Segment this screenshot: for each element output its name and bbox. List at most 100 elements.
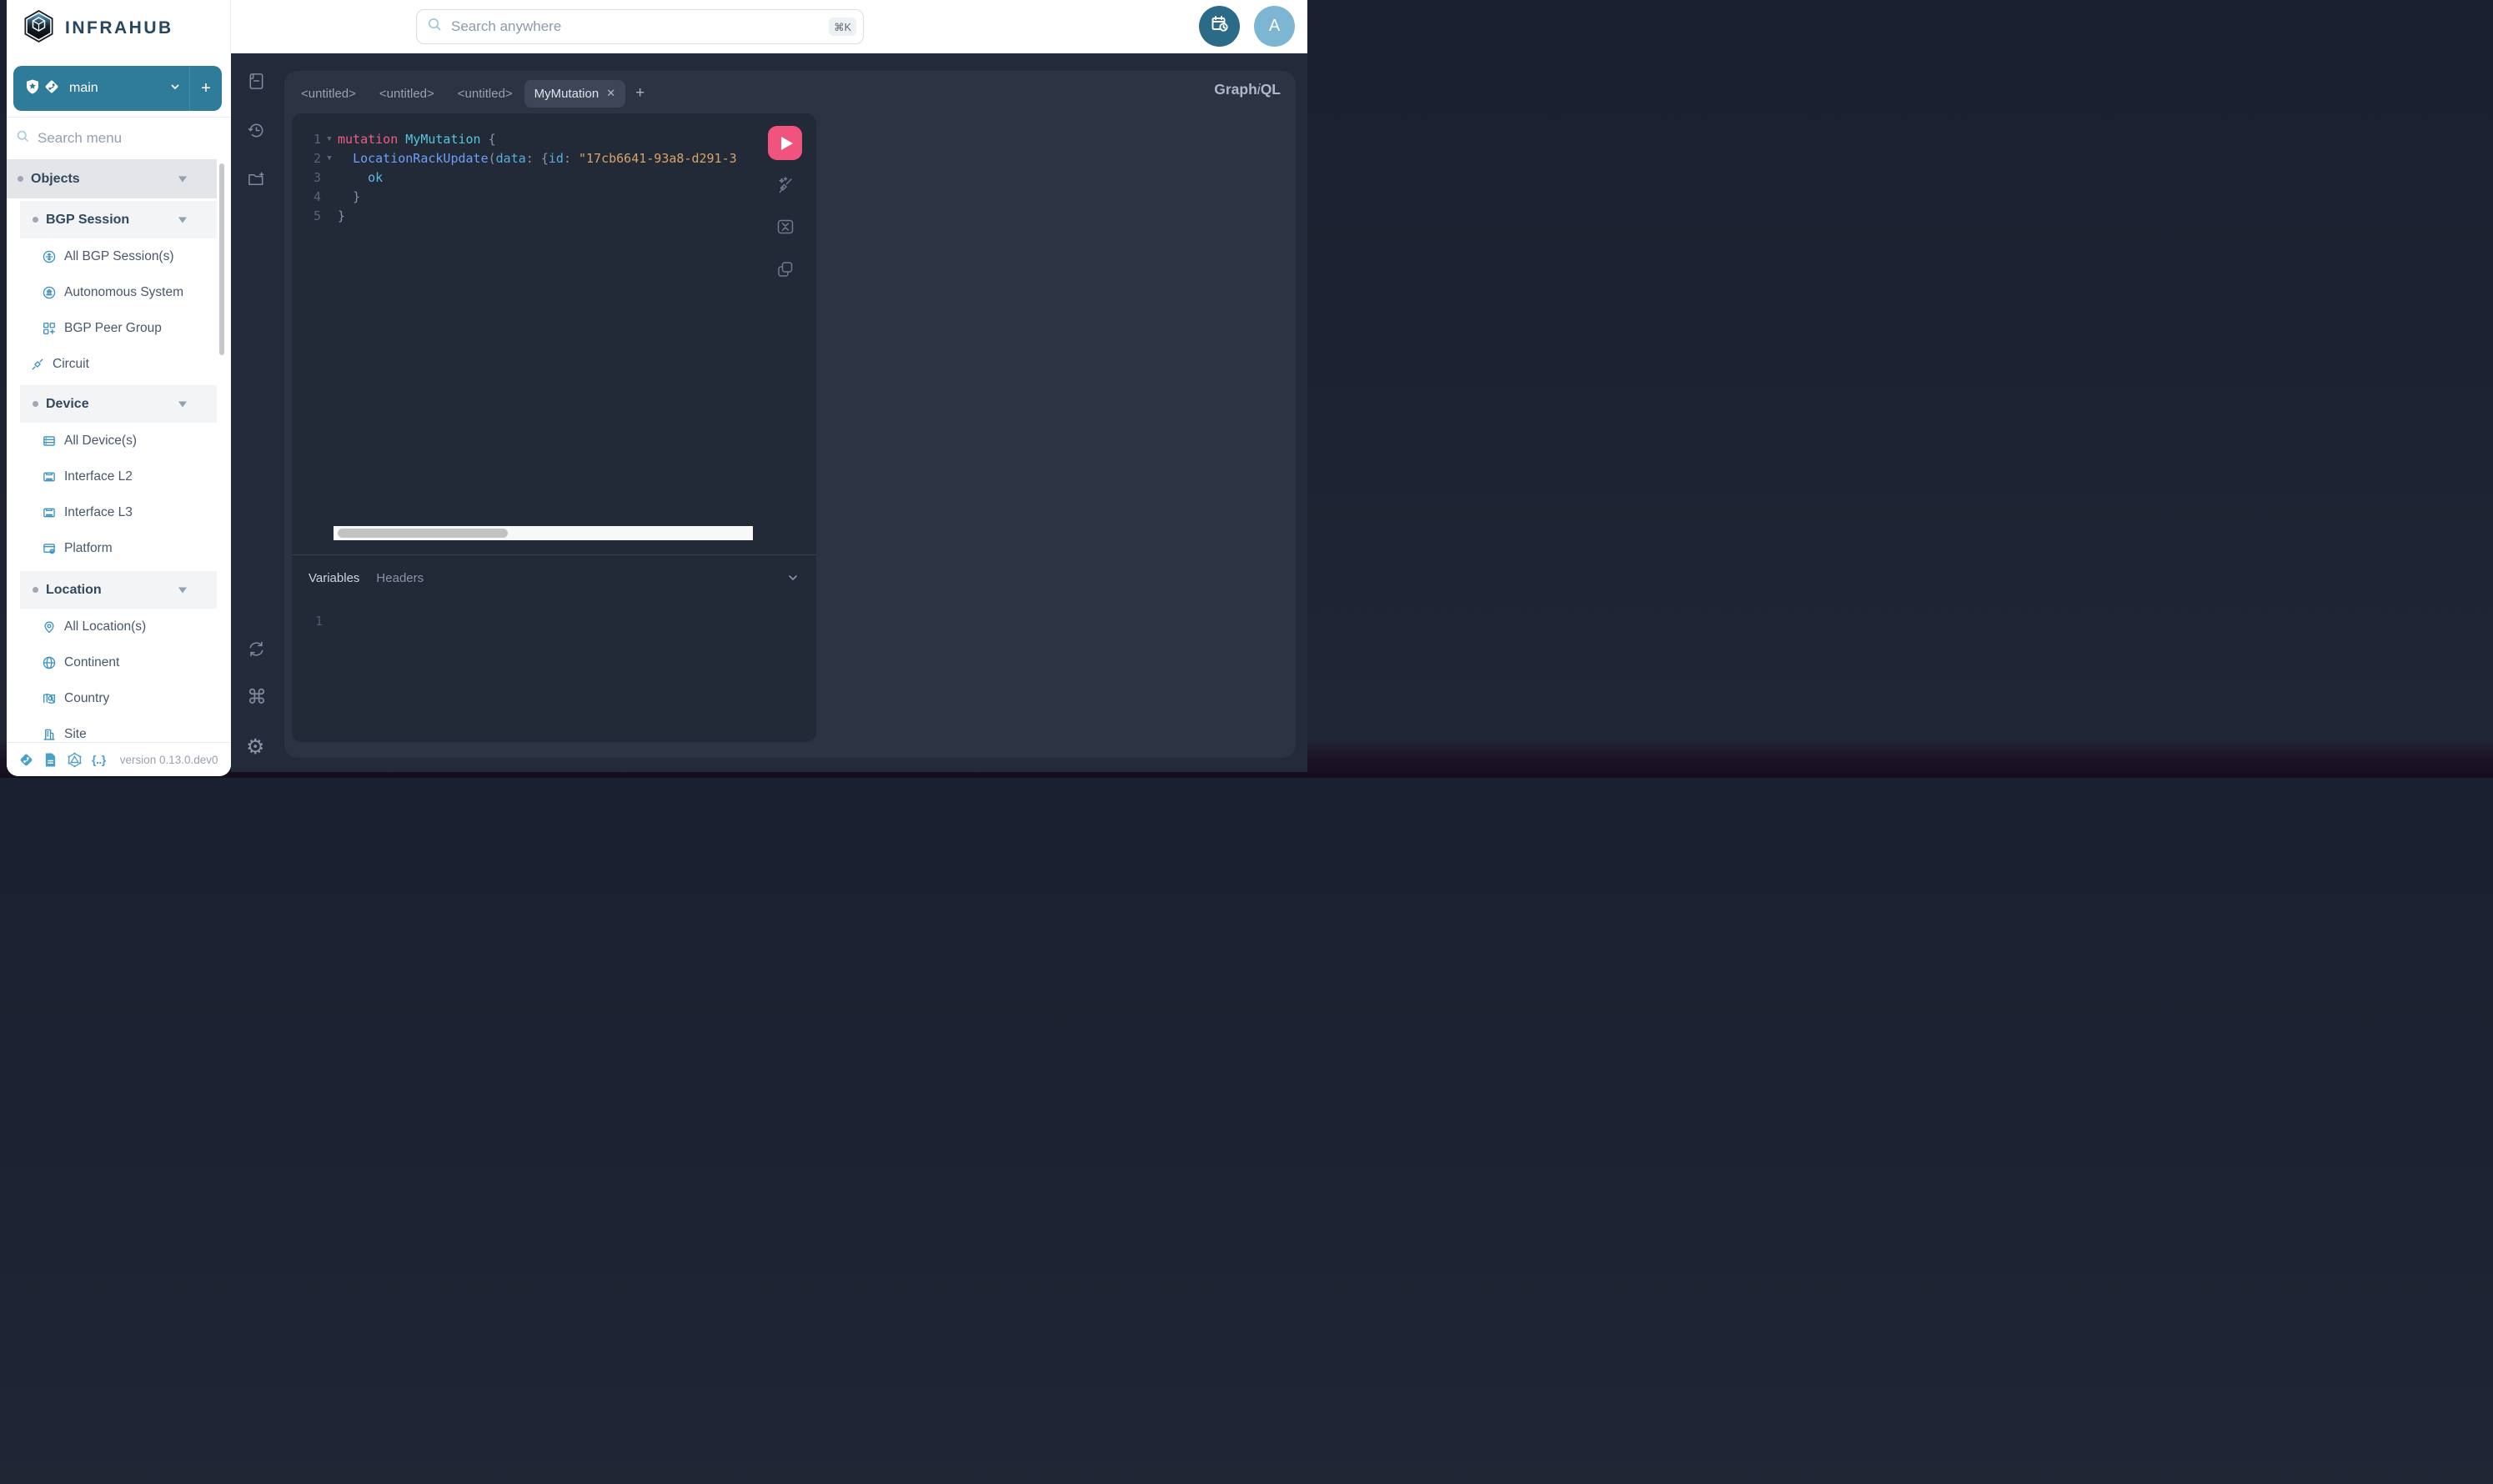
editor-hscrollbar-thumb[interactable] — [338, 529, 508, 538]
code-token: MyMutation — [405, 130, 480, 149]
prettify-icon[interactable] — [775, 175, 795, 195]
variables-line-number: 1 — [315, 614, 323, 629]
device-icon — [42, 434, 57, 449]
menu-search-input[interactable] — [38, 130, 188, 147]
item-label: Site — [64, 727, 87, 742]
tab-label: <untitled> — [301, 87, 356, 101]
menu-item-interface-l2[interactable]: Interface L2 — [7, 459, 217, 494]
bullet-icon — [33, 401, 38, 407]
refetch-icon[interactable] — [247, 639, 266, 659]
bullet-icon — [18, 176, 23, 182]
code-token — [398, 130, 405, 149]
git-version-icon[interactable] — [18, 752, 34, 768]
global-search[interactable]: ⌘K — [416, 9, 864, 44]
menu-scrollbar[interactable] — [219, 163, 224, 355]
query-tab-untitled-1[interactable]: <untitled> — [289, 80, 368, 108]
settings-gear-icon[interactable]: ⚙ — [246, 734, 264, 760]
site-icon — [42, 727, 57, 742]
menu-item-autonomous-system[interactable]: Autonomous System — [7, 274, 217, 310]
version-label: version 0.13.0.dev0 — [120, 754, 218, 766]
query-tab-untitled-2[interactable]: <untitled> — [368, 80, 446, 108]
sidebar-footer: {..} version 0.13.0.dev0 — [7, 742, 231, 776]
peer-group-icon — [42, 321, 57, 336]
code-line: 1▼mutation MyMutation { — [292, 130, 816, 149]
menu-group-bgp-session[interactable]: BGP Session — [20, 201, 217, 238]
top-header: ⌘K A — [231, 0, 1307, 53]
item-label: Autonomous System — [64, 285, 183, 300]
copy-query-icon[interactable] — [775, 259, 795, 279]
fold-arrow-icon[interactable]: ▼ — [321, 149, 338, 168]
bgp-session-icon — [42, 249, 57, 264]
item-label: All BGP Session(s) — [64, 249, 174, 264]
menu-item-platform[interactable]: Platform — [7, 530, 217, 566]
search-icon — [427, 17, 443, 37]
app-logo[interactable]: INFRAHUB — [23, 8, 173, 48]
search-icon — [16, 129, 30, 148]
code-token: mutation — [338, 130, 398, 149]
menu-item-country[interactable]: Country — [7, 680, 217, 716]
add-tab-button[interactable]: + — [625, 84, 655, 103]
folder-plus-icon[interactable] — [247, 169, 266, 188]
avatar-initial: A — [1269, 17, 1280, 36]
menu-group-location[interactable]: Location — [20, 571, 217, 609]
interface-icon — [42, 505, 57, 520]
fold-arrow-icon[interactable]: ▼ — [321, 130, 338, 149]
menu-item-circuit[interactable]: Circuit — [7, 346, 217, 382]
code-token: { — [489, 130, 496, 149]
execute-query-button[interactable] — [768, 126, 802, 160]
menu-group-objects[interactable]: Objects — [7, 159, 217, 198]
branch-selector[interactable]: main + — [13, 66, 222, 111]
menu-item-continent[interactable]: Continent — [7, 644, 217, 680]
code-token: ok — [368, 168, 383, 188]
code-token: : { — [526, 149, 549, 168]
menu-item-all-device-s[interactable]: All Device(s) — [7, 423, 217, 459]
code-line: 2▼ LocationRackUpdate(data: {id: "17cb66… — [292, 149, 816, 168]
time-travel-button[interactable] — [1199, 6, 1240, 47]
play-icon — [781, 137, 793, 150]
tab-variables[interactable]: Variables — [308, 571, 359, 585]
circuit-icon — [30, 357, 45, 372]
menu-item-interface-l3[interactable]: Interface L3 — [7, 494, 217, 530]
graphiql-logo: GraphiQL — [1214, 81, 1281, 98]
item-label: Country — [64, 691, 109, 706]
merge-fragments-icon[interactable] — [775, 217, 795, 237]
current-branch-name: main — [69, 81, 169, 96]
docs-panel-icon[interactable] — [247, 72, 266, 91]
create-branch-button[interactable]: + — [190, 79, 222, 98]
query-code: 1▼mutation MyMutation {2▼ LocationRackUp… — [292, 130, 816, 226]
avatar[interactable]: A — [1254, 6, 1295, 47]
code-token: data — [496, 149, 526, 168]
menu-search[interactable] — [7, 118, 231, 159]
tab-headers[interactable]: Headers — [376, 571, 424, 585]
fold-gutter — [321, 207, 338, 226]
code-token: id — [549, 149, 564, 168]
calendar-clock-icon — [1210, 14, 1230, 38]
editor-hscrollbar-track[interactable] — [334, 526, 753, 540]
query-tab-mymutation[interactable]: MyMutation✕ — [524, 80, 625, 108]
shield-star-icon — [24, 78, 41, 99]
shortcut-keys-icon[interactable]: ⌘ — [247, 685, 267, 709]
code-line: 4 } — [292, 188, 816, 207]
graphql-icon[interactable] — [67, 752, 83, 768]
menu-group-device[interactable]: Device — [20, 385, 217, 423]
menu-item-site[interactable]: Site — [7, 716, 217, 742]
query-editor[interactable]: 1▼mutation MyMutation {2▼ LocationRackUp… — [292, 113, 816, 742]
collapse-chevron-icon[interactable] — [786, 571, 800, 584]
query-tab-untitled-3[interactable]: <untitled> — [446, 80, 524, 108]
menu-item-all-bgp-session-s[interactable]: All BGP Session(s) — [7, 238, 217, 274]
fold-gutter — [321, 188, 338, 207]
code-token: : — [564, 149, 579, 168]
group-label: Objects — [31, 172, 80, 187]
code-token — [338, 149, 353, 168]
menu-item-bgp-peer-group[interactable]: BGP Peer Group — [7, 310, 217, 346]
docs-icon[interactable] — [43, 752, 58, 768]
swagger-braces-icon[interactable]: {..} — [92, 753, 106, 766]
search-anywhere-input[interactable] — [451, 18, 829, 35]
object-menu: Objects BGP Session All BGP Session(s) Au… — [7, 159, 217, 742]
tab-label: <untitled> — [458, 87, 513, 101]
item-label: Continent — [64, 655, 119, 670]
app-sidebar: INFRAHUB main + — [7, 0, 231, 776]
close-tab-icon[interactable]: ✕ — [606, 87, 615, 100]
menu-item-all-location-s[interactable]: All Location(s) — [7, 609, 217, 644]
history-icon[interactable] — [247, 121, 266, 140]
